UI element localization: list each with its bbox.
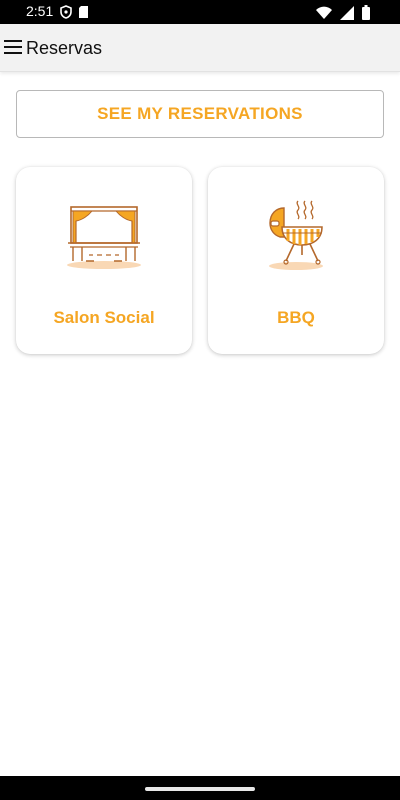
amenity-label-salon-social: Salon Social [53, 308, 155, 327]
wifi-icon [316, 6, 332, 24]
sd-card-icon [78, 5, 89, 24]
hamburger-menu-icon[interactable] [4, 40, 22, 56]
status-time: 2:51 [26, 3, 54, 19]
reservas-screen: 2:51 Reservas SEE MY RESERVATIONS Salon … [0, 0, 400, 800]
status-right-icons [316, 5, 370, 25]
page-title: Reservas [26, 38, 103, 58]
home-gesture-handle[interactable] [145, 787, 255, 791]
system-navigation-bar [0, 776, 400, 800]
app-bar: Reservas [0, 24, 400, 72]
amenity-card-bbq[interactable]: BBQ [208, 167, 384, 354]
see-my-reservations-label: SEE MY RESERVATIONS [97, 104, 303, 123]
shield-icon [60, 5, 72, 24]
battery-icon [362, 5, 370, 25]
see-my-reservations-button[interactable]: SEE MY RESERVATIONS [16, 90, 384, 138]
amenity-label-bbq: BBQ [277, 308, 315, 327]
amenity-card-salon-social[interactable]: Salon Social [16, 167, 192, 354]
status-bar: 2:51 [0, 0, 400, 24]
signal-icon [340, 5, 354, 25]
stage-curtain-icon [64, 199, 144, 271]
status-left-icons [60, 5, 89, 24]
bbq-grill-icon [256, 199, 336, 271]
